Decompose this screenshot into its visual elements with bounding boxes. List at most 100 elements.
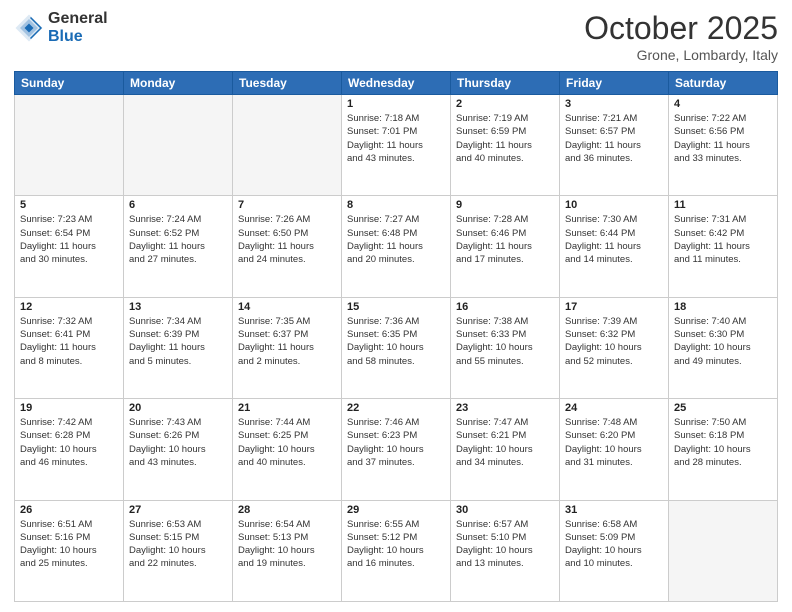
- day-info-5: Sunrise: 7:23 AMSunset: 6:54 PMDaylight:…: [20, 213, 118, 266]
- day-number-1: 1: [347, 98, 445, 110]
- day-info-17: Sunrise: 7:39 AMSunset: 6:32 PMDaylight:…: [565, 315, 663, 368]
- header-sunday: Sunday: [15, 72, 124, 95]
- day-cell-0-0: [15, 95, 124, 196]
- calendar-table: Sunday Monday Tuesday Wednesday Thursday…: [14, 71, 778, 602]
- day-cell-1-2: 7 Sunrise: 7:26 AMSunset: 6:50 PMDaylight…: [233, 196, 342, 297]
- day-info-1: Sunrise: 7:18 AMSunset: 7:01 PMDaylight:…: [347, 112, 445, 165]
- day-cell-4-4: 30 Sunrise: 6:57 AMSunset: 5:10 PMDayligh…: [451, 500, 560, 601]
- day-cell-1-5: 10 Sunrise: 7:30 AMSunset: 6:44 PMDayligh…: [560, 196, 669, 297]
- day-cell-0-5: 3Sunrise: 7:21 AMSunset: 6:57 PMDaylight…: [560, 95, 669, 196]
- day-number-13: 13: [129, 301, 227, 313]
- day-cell-1-0: 5 Sunrise: 7:23 AMSunset: 6:54 PMDaylight…: [15, 196, 124, 297]
- day-number-21: 21: [238, 402, 336, 414]
- day-cell-3-0: 19 Sunrise: 7:42 AMSunset: 6:28 PMDayligh…: [15, 399, 124, 500]
- day-cell-4-6: [669, 500, 778, 601]
- day-info-7: Sunrise: 7:26 AMSunset: 6:50 PMDaylight:…: [238, 213, 336, 266]
- day-number-4: 4: [674, 98, 772, 110]
- day-number-14: 14: [238, 301, 336, 313]
- day-info-29: Sunrise: 6:55 AMSunset: 5:12 PMDaylight:…: [347, 518, 445, 571]
- header-thursday: Thursday: [451, 72, 560, 95]
- day-info-16: Sunrise: 7:38 AMSunset: 6:33 PMDaylight:…: [456, 315, 554, 368]
- day-info-19: Sunrise: 7:42 AMSunset: 6:28 PMDaylight:…: [20, 416, 118, 469]
- week-row-3: 12Sunrise: 7:32 AMSunset: 6:41 PMDayligh…: [15, 297, 778, 398]
- day-info-14: Sunrise: 7:35 AMSunset: 6:37 PMDaylight:…: [238, 315, 336, 368]
- week-row-4: 19 Sunrise: 7:42 AMSunset: 6:28 PMDayligh…: [15, 399, 778, 500]
- weekday-header-row: Sunday Monday Tuesday Wednesday Thursday…: [15, 72, 778, 95]
- day-info-18: Sunrise: 7:40 AMSunset: 6:30 PMDaylight:…: [674, 315, 772, 368]
- header-saturday: Saturday: [669, 72, 778, 95]
- day-number-8: 8: [347, 199, 445, 211]
- day-info-20: Sunrise: 7:43 AMSunset: 6:26 PMDaylight:…: [129, 416, 227, 469]
- day-number-2: 2: [456, 98, 554, 110]
- day-cell-0-3: 1 Sunrise: 7:18 AMSunset: 7:01 PMDaylight…: [342, 95, 451, 196]
- day-cell-3-1: 20 Sunrise: 7:43 AMSunset: 6:26 PMDayligh…: [124, 399, 233, 500]
- day-info-31: Sunrise: 6:58 AMSunset: 5:09 PMDaylight:…: [565, 518, 663, 571]
- day-number-24: 24: [565, 402, 663, 414]
- day-info-27: Sunrise: 6:53 AMSunset: 5:15 PMDaylight:…: [129, 518, 227, 571]
- page: General Blue October 2025 Grone, Lombard…: [0, 0, 792, 612]
- day-cell-1-6: 11Sunrise: 7:31 AMSunset: 6:42 PMDayligh…: [669, 196, 778, 297]
- day-info-13: Sunrise: 7:34 AMSunset: 6:39 PMDaylight:…: [129, 315, 227, 368]
- day-cell-1-1: 6Sunrise: 7:24 AMSunset: 6:52 PMDaylight…: [124, 196, 233, 297]
- day-number-19: 19: [20, 402, 118, 414]
- day-cell-2-3: 15Sunrise: 7:36 AMSunset: 6:35 PMDayligh…: [342, 297, 451, 398]
- day-cell-3-3: 22 Sunrise: 7:46 AMSunset: 6:23 PMDayligh…: [342, 399, 451, 500]
- day-number-22: 22: [347, 402, 445, 414]
- location-title: Grone, Lombardy, Italy: [584, 47, 778, 63]
- day-info-25: Sunrise: 7:50 AMSunset: 6:18 PMDaylight:…: [674, 416, 772, 469]
- day-number-16: 16: [456, 301, 554, 313]
- logo-blue-text: Blue: [48, 28, 108, 46]
- week-row-1: 1 Sunrise: 7:18 AMSunset: 7:01 PMDaylight…: [15, 95, 778, 196]
- day-number-26: 26: [20, 504, 118, 516]
- day-cell-0-2: [233, 95, 342, 196]
- day-cell-2-0: 12Sunrise: 7:32 AMSunset: 6:41 PMDayligh…: [15, 297, 124, 398]
- day-number-31: 31: [565, 504, 663, 516]
- day-info-2: Sunrise: 7:19 AMSunset: 6:59 PMDaylight:…: [456, 112, 554, 165]
- day-cell-4-1: 27 Sunrise: 6:53 AMSunset: 5:15 PMDayligh…: [124, 500, 233, 601]
- day-info-21: Sunrise: 7:44 AMSunset: 6:25 PMDaylight:…: [238, 416, 336, 469]
- day-cell-2-4: 16 Sunrise: 7:38 AMSunset: 6:33 PMDayligh…: [451, 297, 560, 398]
- day-info-9: Sunrise: 7:28 AMSunset: 6:46 PMDaylight:…: [456, 213, 554, 266]
- day-cell-2-1: 13 Sunrise: 7:34 AMSunset: 6:39 PMDayligh…: [124, 297, 233, 398]
- day-info-22: Sunrise: 7:46 AMSunset: 6:23 PMDaylight:…: [347, 416, 445, 469]
- day-number-5: 5: [20, 199, 118, 211]
- day-number-27: 27: [129, 504, 227, 516]
- month-title: October 2025: [584, 10, 778, 47]
- day-cell-0-1: [124, 95, 233, 196]
- day-cell-0-6: 4 Sunrise: 7:22 AMSunset: 6:56 PMDaylight…: [669, 95, 778, 196]
- day-info-4: Sunrise: 7:22 AMSunset: 6:56 PMDaylight:…: [674, 112, 772, 165]
- day-number-10: 10: [565, 199, 663, 211]
- day-number-7: 7: [238, 199, 336, 211]
- day-number-9: 9: [456, 199, 554, 211]
- day-number-18: 18: [674, 301, 772, 313]
- day-number-29: 29: [347, 504, 445, 516]
- logo-text: General Blue: [48, 10, 108, 45]
- day-number-28: 28: [238, 504, 336, 516]
- week-row-2: 5 Sunrise: 7:23 AMSunset: 6:54 PMDaylight…: [15, 196, 778, 297]
- day-info-30: Sunrise: 6:57 AMSunset: 5:10 PMDaylight:…: [456, 518, 554, 571]
- day-number-17: 17: [565, 301, 663, 313]
- header-friday: Friday: [560, 72, 669, 95]
- day-cell-4-2: 28Sunrise: 6:54 AMSunset: 5:13 PMDayligh…: [233, 500, 342, 601]
- day-cell-4-3: 29 Sunrise: 6:55 AMSunset: 5:12 PMDayligh…: [342, 500, 451, 601]
- logo-icon: [14, 13, 44, 43]
- logo: General Blue: [14, 10, 108, 45]
- day-cell-3-2: 21 Sunrise: 7:44 AMSunset: 6:25 PMDayligh…: [233, 399, 342, 500]
- day-info-23: Sunrise: 7:47 AMSunset: 6:21 PMDaylight:…: [456, 416, 554, 469]
- day-info-10: Sunrise: 7:30 AMSunset: 6:44 PMDaylight:…: [565, 213, 663, 266]
- day-cell-2-2: 14 Sunrise: 7:35 AMSunset: 6:37 PMDayligh…: [233, 297, 342, 398]
- header-monday: Monday: [124, 72, 233, 95]
- day-info-12: Sunrise: 7:32 AMSunset: 6:41 PMDaylight:…: [20, 315, 118, 368]
- day-info-11: Sunrise: 7:31 AMSunset: 6:42 PMDaylight:…: [674, 213, 772, 266]
- day-number-3: 3: [565, 98, 663, 110]
- header-wednesday: Wednesday: [342, 72, 451, 95]
- week-row-5: 26Sunrise: 6:51 AMSunset: 5:16 PMDayligh…: [15, 500, 778, 601]
- day-number-30: 30: [456, 504, 554, 516]
- day-cell-2-6: 18 Sunrise: 7:40 AMSunset: 6:30 PMDayligh…: [669, 297, 778, 398]
- day-info-6: Sunrise: 7:24 AMSunset: 6:52 PMDaylight:…: [129, 213, 227, 266]
- day-cell-1-3: 8Sunrise: 7:27 AMSunset: 6:48 PMDaylight…: [342, 196, 451, 297]
- day-cell-4-0: 26Sunrise: 6:51 AMSunset: 5:16 PMDayligh…: [15, 500, 124, 601]
- day-cell-3-4: 23Sunrise: 7:47 AMSunset: 6:21 PMDayligh…: [451, 399, 560, 500]
- day-cell-3-6: 25Sunrise: 7:50 AMSunset: 6:18 PMDayligh…: [669, 399, 778, 500]
- day-number-20: 20: [129, 402, 227, 414]
